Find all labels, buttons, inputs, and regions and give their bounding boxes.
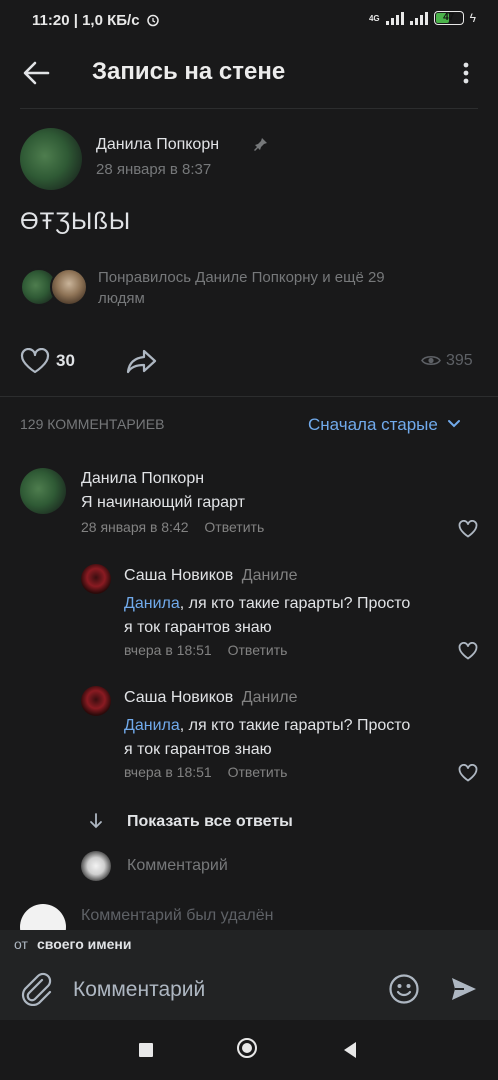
alarm-icon bbox=[146, 14, 159, 27]
pin-icon bbox=[254, 138, 267, 151]
reply-like-icon[interactable] bbox=[458, 764, 478, 782]
reply-button[interactable]: Ответить bbox=[228, 764, 288, 780]
reply-date: вчера в 18:51 bbox=[124, 642, 212, 658]
comment-composer: Комментарий bbox=[0, 958, 498, 1020]
back-arrow-icon[interactable] bbox=[22, 60, 50, 86]
reply-date: вчера в 18:51 bbox=[124, 764, 212, 780]
show-all-replies-button[interactable]: Показать все ответы bbox=[127, 813, 293, 831]
reply-to: Даниле bbox=[241, 689, 298, 706]
comment-meta: 28 января в 8:42 Ответить bbox=[81, 519, 264, 535]
comment-like-icon[interactable] bbox=[458, 520, 478, 538]
reply-text: Данила, ля кто такие гарарты? Просто я т… bbox=[124, 595, 411, 636]
likes-summary[interactable]: Понравилось Даниле Попкорну и ещё 29 люд… bbox=[98, 267, 385, 309]
reply-button[interactable]: Ответить bbox=[228, 642, 288, 658]
battery-icon: 47 bbox=[433, 11, 464, 25]
reply-meta: вчера в 18:51 Ответить bbox=[124, 642, 287, 658]
charging-icon: ϟ bbox=[469, 11, 476, 25]
current-user-avatar bbox=[81, 851, 111, 881]
nav-circle-inner bbox=[242, 1043, 252, 1053]
view-count: 395 bbox=[446, 352, 473, 369]
liker-avatar-2 bbox=[50, 268, 88, 306]
more-vertical-icon[interactable] bbox=[462, 62, 470, 84]
reply-text: Данила, ля кто такие гарарты? Просто я т… bbox=[124, 717, 411, 758]
deleted-comment-text: Комментарий был удалён bbox=[81, 907, 274, 924]
comment-avatar[interactable] bbox=[20, 468, 66, 514]
reply-avatar[interactable] bbox=[81, 564, 111, 594]
network-label: 4G bbox=[368, 13, 380, 23]
navigation-bar bbox=[0, 1020, 498, 1080]
post-as-label: своего имени bbox=[37, 936, 132, 952]
smile-icon[interactable] bbox=[388, 973, 420, 1005]
sort-dropdown[interactable]: Сначала старые bbox=[308, 415, 461, 435]
send-icon[interactable] bbox=[450, 975, 478, 1003]
reply-author[interactable]: Саша Новиков bbox=[124, 689, 233, 706]
reply-mention[interactable]: Данила bbox=[124, 717, 180, 734]
comments-count: 129 КОММЕНТАРИЕВ bbox=[20, 416, 165, 432]
reply-meta: вчера в 18:51 Ответить bbox=[124, 764, 287, 780]
reply-author[interactable]: Саша Новиков bbox=[124, 567, 233, 584]
reply-header: Саша Новиков Даниле bbox=[124, 689, 297, 707]
header-divider bbox=[20, 108, 478, 109]
comment-author[interactable]: Данила Попкорн bbox=[81, 470, 204, 488]
comment-text: Я начинающий гарарт bbox=[81, 494, 245, 511]
post-as-prefix: от bbox=[14, 936, 28, 952]
reply-like-icon[interactable] bbox=[458, 642, 478, 660]
status-time: 11:20 | 1,0 КБ/с bbox=[32, 12, 160, 29]
comment-date: 28 января в 8:42 bbox=[81, 519, 189, 535]
eye-icon bbox=[421, 355, 441, 366]
reply-button[interactable]: Ответить bbox=[204, 519, 264, 535]
sort-label: Сначала старые bbox=[308, 415, 438, 434]
post-author-avatar[interactable] bbox=[20, 128, 82, 190]
arrow-down-icon bbox=[90, 813, 102, 829]
actions-divider bbox=[0, 396, 498, 397]
reply-header: Саша Новиков Даниле bbox=[124, 567, 297, 585]
reply-input[interactable]: Комментарий bbox=[127, 857, 228, 875]
post-date: 28 января в 8:37 bbox=[96, 161, 212, 178]
attach-icon[interactable] bbox=[20, 972, 52, 1006]
heart-icon[interactable] bbox=[20, 348, 50, 374]
chevron-down-icon bbox=[447, 420, 460, 428]
share-icon[interactable] bbox=[126, 348, 158, 374]
post-author-name[interactable]: Данила Попкорн bbox=[96, 136, 219, 154]
nav-back-icon[interactable] bbox=[342, 1041, 358, 1059]
status-icons: 4G 47 ϟ bbox=[369, 11, 476, 25]
status-bar: 11:20 | 1,0 КБ/с 4G 47 ϟ bbox=[0, 0, 498, 46]
post-text: ӨŦƷЫßЫ bbox=[20, 208, 132, 235]
reply-mention[interactable]: Данила bbox=[124, 595, 180, 612]
reply-avatar[interactable] bbox=[81, 686, 111, 716]
signal-icon-2 bbox=[409, 11, 428, 25]
signal-icon bbox=[385, 11, 404, 25]
reply-to: Даниле bbox=[241, 567, 298, 584]
nav-square-icon[interactable] bbox=[139, 1043, 153, 1057]
like-count: 30 bbox=[56, 351, 75, 370]
page-title: Запись на стене bbox=[92, 58, 286, 85]
composer-input[interactable]: Комментарий bbox=[73, 978, 205, 1002]
post-as-bar[interactable]: от своего имени bbox=[0, 930, 498, 958]
